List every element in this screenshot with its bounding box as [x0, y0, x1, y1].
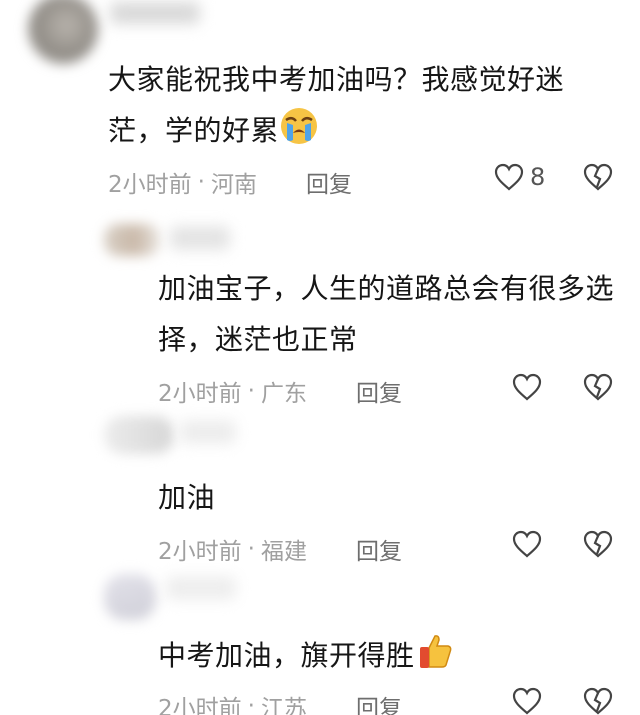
avatar[interactable]: [28, 0, 98, 64]
reply-button[interactable]: 回复: [356, 689, 402, 715]
dislike-button[interactable]: [583, 373, 613, 405]
broken-heart-icon: [583, 163, 613, 191]
broken-heart-icon: [583, 373, 613, 401]
reply-text: 加油宝子，人生的道路总会有很多选择，迷茫也正常: [158, 272, 615, 356]
location: 河南: [210, 172, 257, 198]
username[interactable]: [110, 2, 200, 24]
reply-button[interactable]: 回复: [356, 532, 402, 566]
heart-outline-icon: [512, 373, 542, 401]
like-count: 8: [530, 163, 546, 191]
timestamp: 2小时前: [108, 172, 192, 198]
avatar[interactable]: [104, 416, 174, 454]
separator-dot: ·: [247, 693, 255, 715]
location: 福建: [260, 539, 307, 565]
comment-text: 大家能祝我中考加油吗？我感觉好迷茫，学的好累: [108, 54, 608, 162]
like-button[interactable]: [512, 373, 542, 401]
avatar[interactable]: [104, 224, 160, 256]
timestamp: 2小时前: [158, 539, 242, 565]
comment-meta: 2小时前 · 河南: [108, 165, 257, 199]
heart-outline-icon: [512, 687, 542, 715]
separator-dot: ·: [247, 378, 255, 404]
separator-dot: ·: [197, 169, 205, 195]
like-button[interactable]: 8: [494, 163, 545, 191]
broken-heart-icon: [583, 530, 613, 558]
broken-heart-icon: [583, 687, 613, 715]
reply-meta: 2小时前 · 福建: [158, 532, 307, 566]
crying-face-emoji: [279, 106, 319, 162]
username[interactable]: [170, 226, 230, 250]
location: 广东: [260, 381, 307, 407]
reply-meta: 2小时前 · 广东: [158, 374, 307, 408]
thumbs-up-emoji: [415, 631, 455, 687]
avatar[interactable]: [104, 574, 156, 620]
reply-text: 加油: [158, 481, 216, 514]
location: 江苏: [260, 696, 307, 715]
like-button[interactable]: [512, 530, 542, 558]
reply-text: 中考加油，旗开得胜: [158, 630, 628, 687]
timestamp: 2小时前: [158, 696, 242, 715]
username[interactable]: [166, 576, 236, 600]
username[interactable]: [180, 420, 236, 444]
dislike-button[interactable]: [583, 530, 613, 562]
heart-outline-icon: [512, 530, 542, 558]
like-button[interactable]: [512, 687, 542, 715]
timestamp: 2小时前: [158, 381, 242, 407]
dislike-button[interactable]: [583, 163, 613, 195]
dislike-button[interactable]: [583, 687, 613, 715]
reply-meta: 2小时前 · 江苏: [158, 689, 307, 715]
reply-button[interactable]: 回复: [306, 165, 352, 199]
separator-dot: ·: [247, 536, 255, 562]
heart-outline-icon: [494, 163, 524, 191]
reply-button[interactable]: 回复: [356, 374, 402, 408]
